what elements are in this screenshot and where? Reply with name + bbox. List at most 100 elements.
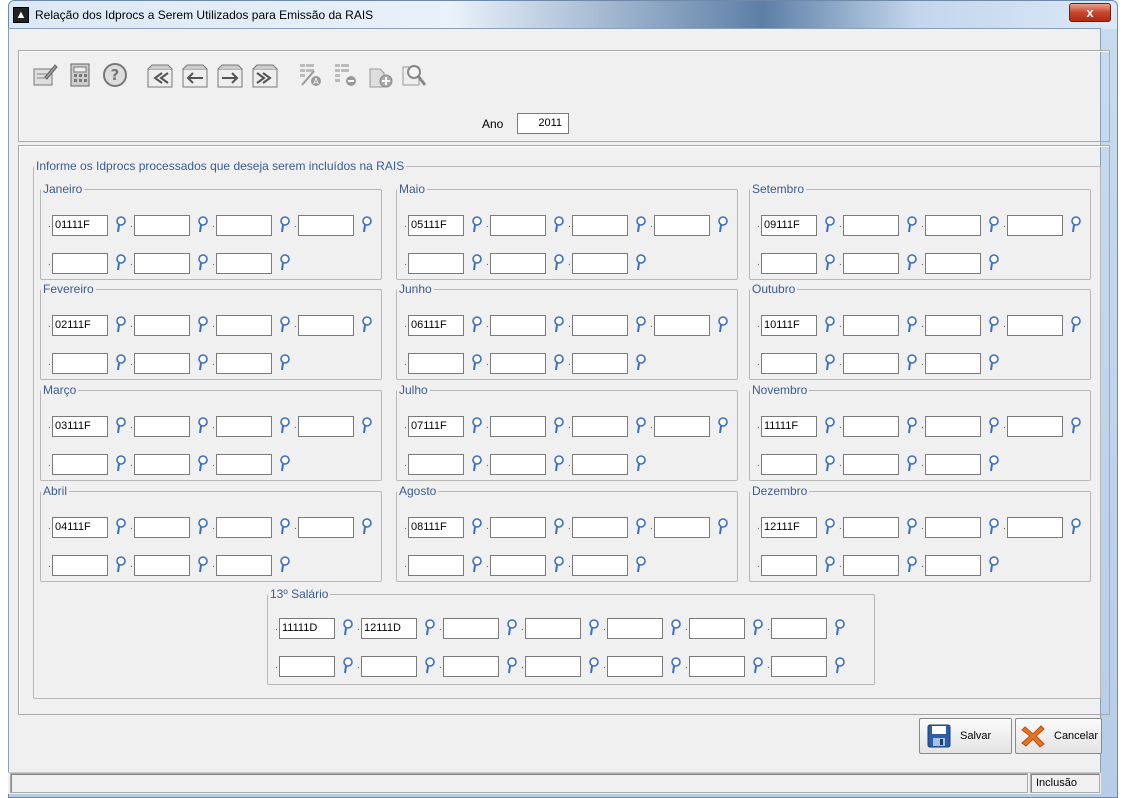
last-record-icon[interactable] [248,57,282,93]
lookup-icon[interactable] [466,352,486,374]
add-record-icon[interactable]: A [293,57,327,93]
lookup-icon[interactable] [665,617,685,639]
idproc-input[interactable] [408,554,464,576]
idproc-input[interactable] [761,352,817,374]
lookup-icon[interactable] [548,352,568,374]
idproc-input[interactable] [925,554,981,576]
idproc-input[interactable] [298,214,354,236]
idproc-input[interactable]: 04111F [52,516,108,538]
idproc-input[interactable] [490,516,546,538]
lookup-icon[interactable] [583,617,603,639]
idproc-input[interactable] [216,415,272,437]
idproc-input[interactable] [572,352,628,374]
lookup-icon[interactable] [819,252,839,274]
lookup-icon[interactable] [630,352,650,374]
idproc-input[interactable] [689,655,745,677]
idproc-input[interactable] [490,453,546,475]
remove-record-icon[interactable] [328,57,362,93]
lookup-icon[interactable] [983,516,1003,538]
idproc-input[interactable] [925,314,981,336]
idproc-input[interactable] [52,252,108,274]
idproc-input[interactable] [572,314,628,336]
idproc-input[interactable] [761,554,817,576]
idproc-input[interactable] [216,252,272,274]
lookup-icon[interactable] [901,352,921,374]
idproc-input[interactable] [572,415,628,437]
lookup-icon[interactable] [630,554,650,576]
idproc-input[interactable]: 12111F [761,516,817,538]
lookup-icon[interactable] [819,214,839,236]
idproc-input[interactable] [654,314,710,336]
lookup-icon[interactable] [110,554,130,576]
idproc-input[interactable] [525,617,581,639]
lookup-icon[interactable] [466,314,486,336]
idproc-input[interactable] [490,314,546,336]
idproc-input[interactable]: 08111F [408,516,464,538]
idproc-input[interactable] [654,516,710,538]
idproc-input[interactable] [216,352,272,374]
lookup-icon[interactable] [192,453,212,475]
idproc-input[interactable] [216,214,272,236]
idproc-input[interactable] [490,554,546,576]
lookup-icon[interactable] [110,214,130,236]
idproc-input[interactable] [216,314,272,336]
lookup-icon[interactable] [501,617,521,639]
idproc-input[interactable] [1007,516,1063,538]
lookup-icon[interactable] [712,314,732,336]
idproc-input[interactable] [298,314,354,336]
lookup-icon[interactable] [110,453,130,475]
idproc-input[interactable] [843,415,899,437]
idproc-input[interactable]: 12111D [361,617,417,639]
idproc-input[interactable] [134,314,190,336]
lookup-icon[interactable] [630,415,650,437]
idproc-input[interactable] [654,415,710,437]
previous-record-icon[interactable] [178,57,212,93]
lookup-icon[interactable] [110,252,130,274]
idproc-input[interactable] [216,554,272,576]
lookup-icon[interactable] [466,516,486,538]
lookup-icon[interactable] [630,516,650,538]
lookup-icon[interactable] [983,415,1003,437]
lookup-icon[interactable] [192,214,212,236]
idproc-input[interactable] [925,453,981,475]
idproc-input[interactable] [761,252,817,274]
lookup-icon[interactable] [901,453,921,475]
cancel-button[interactable]: Cancelar [1015,718,1102,754]
idproc-input[interactable]: 10111F [761,314,817,336]
idproc-input[interactable]: 05111F [408,214,464,236]
lookup-icon[interactable] [901,554,921,576]
idproc-input[interactable] [689,617,745,639]
lookup-icon[interactable] [819,554,839,576]
idproc-input[interactable] [134,352,190,374]
lookup-icon[interactable] [110,415,130,437]
edit-icon[interactable] [28,57,62,93]
idproc-input[interactable]: 11111F [761,415,817,437]
idproc-input[interactable] [843,453,899,475]
lookup-icon[interactable] [466,554,486,576]
idproc-input[interactable] [134,252,190,274]
idproc-input[interactable] [572,453,628,475]
lookup-icon[interactable] [1065,415,1085,437]
title-bar[interactable]: ▲ Relação dos Idprocs a Serem Utilizados… [9,1,1117,29]
help-icon[interactable]: ? [98,57,132,93]
lookup-icon[interactable] [712,415,732,437]
lookup-icon[interactable] [819,516,839,538]
idproc-input[interactable] [134,554,190,576]
lookup-icon[interactable] [983,352,1003,374]
lookup-icon[interactable] [337,655,357,677]
lookup-icon[interactable] [274,214,294,236]
idproc-input[interactable] [925,352,981,374]
save-button[interactable]: Salvar [919,718,1012,754]
next-record-icon[interactable] [213,57,247,93]
lookup-icon[interactable] [665,655,685,677]
idproc-input[interactable]: 07111F [408,415,464,437]
idproc-input[interactable] [572,516,628,538]
lookup-icon[interactable] [466,252,486,274]
idproc-input[interactable] [572,554,628,576]
idproc-input[interactable] [134,415,190,437]
lookup-icon[interactable] [356,314,376,336]
lookup-icon[interactable] [548,516,568,538]
idproc-input[interactable] [52,453,108,475]
idproc-input[interactable]: 06111F [408,314,464,336]
lookup-icon[interactable] [548,554,568,576]
